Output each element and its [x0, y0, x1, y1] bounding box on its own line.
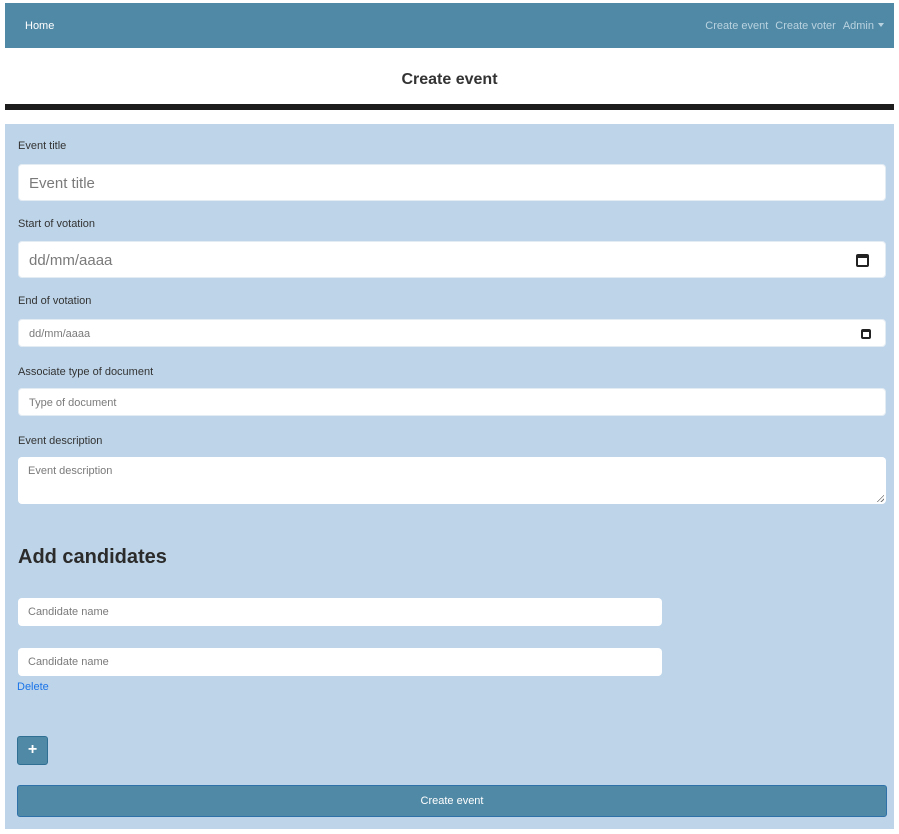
title-divider	[5, 104, 894, 110]
admin-label: Admin	[842, 20, 874, 32]
nav-right-links: Create event Create voter Admin	[705, 20, 884, 32]
resize-handle-icon[interactable]	[876, 494, 884, 502]
description-textarea[interactable]: Event description	[18, 457, 886, 504]
create-event-submit-button[interactable]: Create event	[17, 785, 887, 817]
add-candidate-button[interactable]: +	[17, 736, 48, 765]
nav-create-voter-link[interactable]: Create voter	[775, 20, 836, 32]
delete-candidate-link[interactable]: Delete	[17, 681, 49, 693]
candidate-name-input[interactable]: Candidate name	[18, 598, 662, 626]
document-type-label: Associate type of document	[18, 366, 154, 378]
calendar-icon[interactable]	[861, 329, 871, 339]
description-label: Event description	[18, 435, 103, 447]
end-date-placeholder: dd/mm/aaaa	[29, 328, 91, 340]
end-date-input[interactable]: dd/mm/aaaa	[18, 319, 886, 347]
plus-icon: +	[27, 741, 38, 758]
end-date-label: End of votation	[18, 295, 92, 307]
calendar-icon[interactable]	[856, 254, 869, 267]
start-date-input[interactable]: dd/mm/aaaa	[18, 241, 886, 278]
start-date-label: Start of votation	[18, 218, 96, 230]
nav-create-event-link[interactable]: Create event	[705, 20, 768, 32]
candidate-name-placeholder: Candidate name	[28, 606, 109, 618]
document-type-placeholder: Type of document	[29, 397, 117, 409]
event-title-label: Event title	[18, 140, 67, 152]
nav-admin-dropdown[interactable]: Admin	[843, 20, 884, 32]
caret-down-icon	[878, 23, 884, 27]
page-title: Create event	[401, 71, 498, 88]
app-frame: Home Create event Create voter Admin Cre…	[5, 0, 894, 834]
description-placeholder: Event description	[28, 465, 113, 477]
event-title-placeholder: Event title	[29, 175, 95, 192]
document-type-input[interactable]: Type of document	[18, 388, 886, 416]
event-title-input[interactable]: Event title	[18, 164, 886, 201]
nav-home-link[interactable]: Home	[25, 20, 54, 32]
add-candidates-heading: Add candidates	[18, 546, 167, 568]
start-date-placeholder: dd/mm/aaaa	[29, 252, 113, 269]
candidate-name-placeholder: Candidate name	[28, 656, 109, 668]
candidate-name-input[interactable]: Candidate name	[18, 648, 662, 676]
top-navbar: Home Create event Create voter Admin	[5, 3, 894, 48]
create-event-form: Event title Event title Start of votatio…	[5, 124, 894, 829]
